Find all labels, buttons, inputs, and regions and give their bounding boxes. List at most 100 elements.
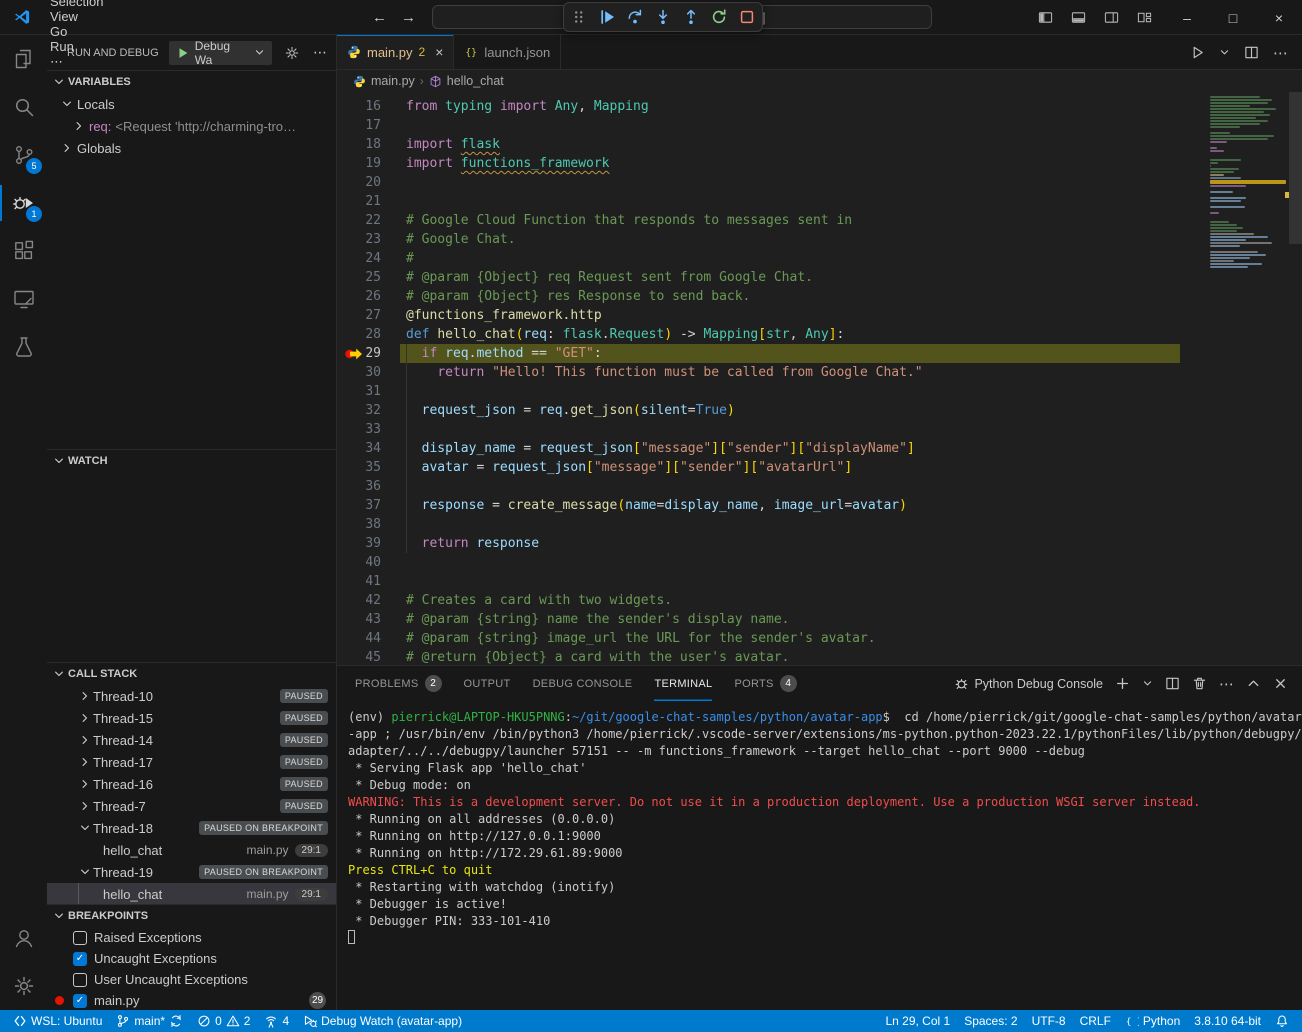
panel-tab-ports[interactable]: PORTS4 xyxy=(734,666,796,701)
step-over-icon[interactable] xyxy=(627,9,643,25)
code-line-34[interactable]: 34 display_name = request_json["message"… xyxy=(337,439,1180,458)
variables-globals[interactable]: Globals xyxy=(47,137,336,159)
variables-req[interactable]: req: <Request 'http://charming-tro… xyxy=(47,115,336,137)
breakpoint-checkbox[interactable] xyxy=(73,931,87,945)
breakpoint-item[interactable]: ✓ Uncaught Exceptions xyxy=(47,948,336,969)
run-dropdown-chevron-icon[interactable] xyxy=(1219,47,1230,58)
toggle-panel-icon[interactable] xyxy=(1071,10,1086,25)
menu-selection[interactable]: Selection xyxy=(41,0,112,9)
maximize-button[interactable]: □ xyxy=(1210,0,1256,35)
panel-tab-terminal[interactable]: TERMINAL xyxy=(654,666,712,701)
callstack-thread[interactable]: Thread-16PAUSED xyxy=(47,773,336,795)
status-problems[interactable]: 02 xyxy=(190,1010,257,1032)
code-line-39[interactable]: 39 return response xyxy=(337,534,1180,553)
code-line-24[interactable]: 24# xyxy=(337,249,1180,268)
code-line-40[interactable]: 40 xyxy=(337,553,1180,572)
menu-view[interactable]: View xyxy=(41,9,112,24)
new-terminal-icon[interactable] xyxy=(1115,676,1130,691)
close-button[interactable]: × xyxy=(1256,0,1302,35)
editor-more-actions-icon[interactable]: ⋯ xyxy=(1273,44,1288,62)
activitybar-accounts[interactable] xyxy=(0,914,47,962)
code-line-29[interactable]: 29 if req.method == "GET": xyxy=(337,344,1180,363)
status-forwarded-ports[interactable]: 4 xyxy=(257,1010,296,1032)
terminal-output[interactable]: (env) pierrick@LAPTOP-HKU5PNNG:~/git/goo… xyxy=(337,701,1302,1010)
kill-terminal-icon[interactable] xyxy=(1192,676,1207,691)
code-line-22[interactable]: 22# Google Cloud Function that responds … xyxy=(337,211,1180,230)
run-python-file-icon[interactable] xyxy=(1190,45,1205,60)
callstack-frame[interactable]: hello_chatmain.py 29:1 xyxy=(47,883,336,904)
code-line-32[interactable]: 32 request_json = req.get_json(silent=Tr… xyxy=(337,401,1180,420)
terminal-dropdown-chevron-icon[interactable] xyxy=(1142,678,1153,689)
breakpoint-item[interactable]: User Uncaught Exceptions xyxy=(47,969,336,990)
toggle-sidebar-icon[interactable] xyxy=(1038,10,1053,25)
callstack-thread[interactable]: Thread-15PAUSED xyxy=(47,707,336,729)
callstack-thread[interactable]: Thread-14PAUSED xyxy=(47,729,336,751)
code-line-37[interactable]: 37 response = create_message(name=displa… xyxy=(337,496,1180,515)
code-line-17[interactable]: 17 xyxy=(337,116,1180,135)
code-line-38[interactable]: 38 xyxy=(337,515,1180,534)
status-git-branch[interactable]: main* xyxy=(109,1010,190,1032)
status-indentation[interactable]: Spaces: 2 xyxy=(957,1010,1024,1032)
callstack-frame[interactable]: hello_chatmain.py 29:1 xyxy=(47,839,336,861)
activitybar-explorer[interactable] xyxy=(0,35,47,83)
call-stack-section-header[interactable]: CALL STACK xyxy=(47,663,336,685)
menu-go[interactable]: Go xyxy=(41,24,112,39)
activitybar-remote-explorer[interactable] xyxy=(0,275,47,323)
maximize-panel-icon[interactable] xyxy=(1246,676,1261,691)
status-eol[interactable]: CRLF xyxy=(1073,1010,1118,1032)
status-notifications[interactable] xyxy=(1268,1010,1296,1032)
status-cursor-position[interactable]: Ln 29, Col 1 xyxy=(878,1010,957,1032)
code-line-41[interactable]: 41 xyxy=(337,572,1180,591)
breakpoint-item[interactable]: Raised Exceptions xyxy=(47,927,336,948)
step-into-icon[interactable] xyxy=(655,9,671,25)
breakpoint-checkbox[interactable]: ✓ xyxy=(73,994,87,1008)
code-line-20[interactable]: 20 xyxy=(337,173,1180,192)
status-remote-indicator[interactable]: WSL: Ubuntu xyxy=(6,1010,109,1032)
tab-main.py[interactable]: main.py 2 × xyxy=(337,35,454,69)
callstack-thread[interactable]: Thread-7PAUSED xyxy=(47,795,336,817)
code-line-35[interactable]: 35 avatar = request_json["message"]["sen… xyxy=(337,458,1180,477)
code-editor[interactable]: 16from typing import Any, Mapping 17 18i… xyxy=(337,92,1302,665)
step-out-icon[interactable] xyxy=(683,9,699,25)
code-line-30[interactable]: 30 return "Hello! This function must be … xyxy=(337,363,1180,382)
code-line-44[interactable]: 44# @param {string} image_url the URL fo… xyxy=(337,629,1180,648)
variables-section-header[interactable]: VARIABLES xyxy=(47,71,336,93)
tab-launch.json[interactable]: {} launch.json xyxy=(454,35,561,69)
go-forward-icon[interactable]: → xyxy=(401,9,416,26)
code-line-43[interactable]: 43# @param {string} name the sender's di… xyxy=(337,610,1180,629)
code-line-26[interactable]: 26# @param {Object} res Response to send… xyxy=(337,287,1180,306)
more-actions-icon[interactable]: ⋯ xyxy=(312,45,328,61)
code-line-36[interactable]: 36 xyxy=(337,477,1180,496)
menu-run[interactable]: Run xyxy=(41,39,112,54)
start-debug-icon[interactable] xyxy=(176,46,190,60)
customize-layout-icon[interactable] xyxy=(1137,10,1152,25)
status-language-mode[interactable]: { }Python xyxy=(1118,1010,1187,1032)
status-encoding[interactable]: UTF-8 xyxy=(1025,1010,1073,1032)
code-line-16[interactable]: 16from typing import Any, Mapping xyxy=(337,97,1180,116)
code-line-27[interactable]: 27@functions_framework.http xyxy=(337,306,1180,325)
status-debug-session[interactable]: Debug Watch (avatar-app) xyxy=(296,1010,469,1032)
go-back-icon[interactable]: ← xyxy=(372,9,387,26)
minimize-button[interactable]: – xyxy=(1164,0,1210,35)
panel-tab-debug-console[interactable]: DEBUG CONSOLE xyxy=(533,666,633,701)
code-line-45[interactable]: 45# @return {Object} a card with the use… xyxy=(337,648,1180,665)
close-tab-icon[interactable]: × xyxy=(435,44,443,60)
code-line-21[interactable]: 21 xyxy=(337,192,1180,211)
code-line-42[interactable]: 42# Creates a card with two widgets. xyxy=(337,591,1180,610)
editor-scrollbar[interactable] xyxy=(1289,92,1302,244)
restart-icon[interactable] xyxy=(711,9,727,25)
breadcrumb-item[interactable]: main.py xyxy=(353,74,415,88)
variables-locals[interactable]: Locals xyxy=(47,93,336,115)
menu-more-icon[interactable]: ⋯ xyxy=(41,54,112,70)
breakpoint-checkbox[interactable]: ✓ xyxy=(73,952,87,966)
activitybar-testing[interactable] xyxy=(0,323,47,371)
debug-settings-gear-icon[interactable] xyxy=(284,45,300,61)
code-line-23[interactable]: 23# Google Chat. xyxy=(337,230,1180,249)
code-line-33[interactable]: 33 xyxy=(337,420,1180,439)
code-line-28[interactable]: 28def hello_chat(req: flask.Request) -> … xyxy=(337,325,1180,344)
callstack-thread[interactable]: Thread-18PAUSED ON BREAKPOINT xyxy=(47,817,336,839)
terminal-instance[interactable]: Python Debug Console xyxy=(954,676,1103,691)
stop-icon[interactable] xyxy=(739,9,755,25)
launch-configuration-dropdown[interactable]: Debug Wa xyxy=(169,41,272,65)
split-terminal-icon[interactable] xyxy=(1165,676,1180,691)
